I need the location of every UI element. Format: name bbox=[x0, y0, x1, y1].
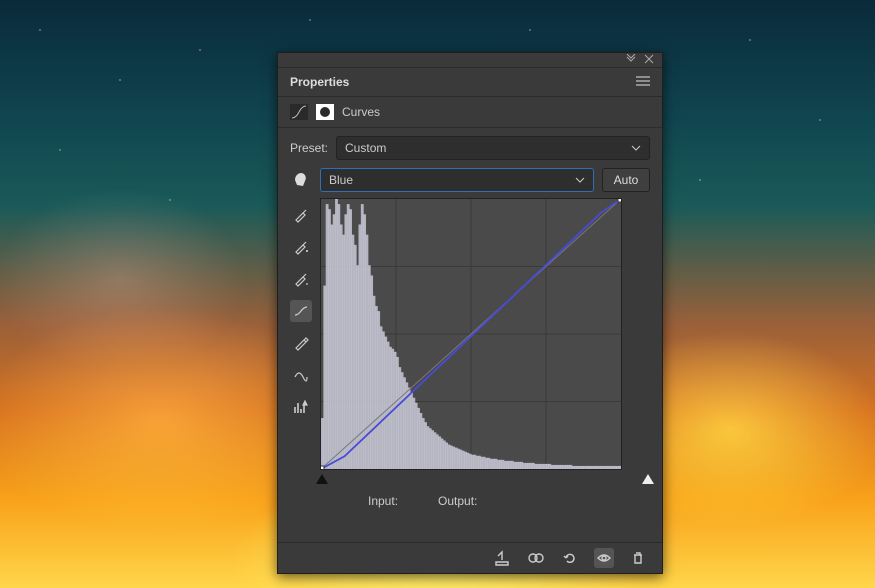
curves-graph[interactable] bbox=[320, 198, 622, 470]
pencil-tool-icon[interactable] bbox=[290, 332, 312, 354]
curve-point-tool-icon[interactable] bbox=[290, 300, 312, 322]
curves-adjustment-icon bbox=[290, 104, 308, 120]
channel-select[interactable]: Blue bbox=[320, 168, 594, 192]
preset-row: Preset: Custom bbox=[278, 128, 662, 168]
black-point-slider[interactable] bbox=[316, 474, 328, 484]
collapse-icon[interactable] bbox=[626, 53, 636, 67]
preset-label: Preset: bbox=[290, 141, 328, 155]
properties-panel: Properties Curves Preset: Custom Blue Au… bbox=[277, 52, 663, 574]
adjustment-type-row: Curves bbox=[278, 97, 662, 128]
eyedropper-white-icon[interactable] bbox=[290, 268, 312, 290]
curves-svg bbox=[321, 199, 621, 469]
smooth-tool-icon[interactable] bbox=[290, 364, 312, 386]
eyedropper-gray-icon[interactable] bbox=[290, 236, 312, 258]
white-point-slider[interactable] bbox=[642, 474, 654, 484]
reset-icon[interactable] bbox=[560, 548, 580, 568]
panel-title-bar: Properties bbox=[278, 68, 662, 97]
panel-controls bbox=[278, 53, 662, 68]
channel-row: Blue Auto bbox=[278, 168, 662, 198]
output-label: Output: bbox=[438, 494, 477, 508]
input-slider-track[interactable] bbox=[320, 470, 650, 488]
curves-tool-column bbox=[290, 198, 312, 508]
visibility-icon[interactable] bbox=[594, 548, 614, 568]
layer-mask-icon bbox=[316, 104, 334, 120]
panel-menu-icon[interactable] bbox=[636, 75, 650, 89]
eyedropper-black-icon[interactable] bbox=[290, 204, 312, 226]
view-previous-icon[interactable] bbox=[526, 548, 546, 568]
panel-footer bbox=[278, 542, 662, 573]
histogram-options-icon[interactable] bbox=[290, 396, 312, 418]
channel-value: Blue bbox=[329, 173, 353, 187]
auto-button[interactable]: Auto bbox=[602, 168, 650, 192]
input-output-row: Input: Output: bbox=[320, 488, 650, 508]
close-icon[interactable] bbox=[644, 53, 654, 67]
input-label: Input: bbox=[368, 494, 398, 508]
targeted-adjustment-icon[interactable] bbox=[290, 171, 312, 189]
adjustment-type-label: Curves bbox=[342, 105, 380, 119]
panel-title: Properties bbox=[290, 75, 349, 89]
preset-value: Custom bbox=[345, 141, 386, 155]
clip-to-layer-icon[interactable] bbox=[492, 548, 512, 568]
auto-label: Auto bbox=[614, 173, 639, 187]
preset-select[interactable]: Custom bbox=[336, 136, 650, 160]
trash-icon[interactable] bbox=[628, 548, 648, 568]
